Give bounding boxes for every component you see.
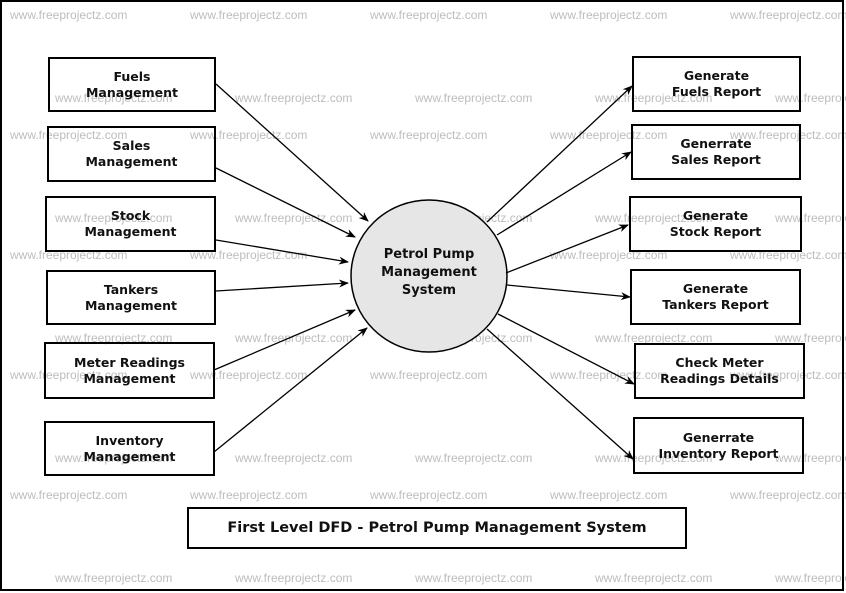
entity-generate-stock-report[interactable]: Generate Stock Report — [629, 196, 802, 252]
entity-meter-readings-management[interactable]: Meter Readings Management — [44, 342, 215, 399]
entity-check-meter-readings-details[interactable]: Check Meter Readings Details — [634, 343, 805, 399]
entity-generate-fuels-report[interactable]: Generate Fuels Report — [632, 56, 801, 112]
entity-label: Check Meter Readings Details — [660, 355, 779, 386]
diagram-title: First Level DFD - Petrol Pump Management… — [227, 520, 647, 536]
flow-sales-to-process — [215, 167, 356, 238]
entity-stock-management[interactable]: Stock Management — [45, 196, 216, 252]
entity-label: Generate Tankers Report — [662, 281, 769, 312]
entity-generate-tankers-report[interactable]: Generate Tankers Report — [630, 269, 801, 325]
entity-label: Generrate Sales Report — [671, 136, 761, 167]
diagram-title-box: First Level DFD - Petrol Pump Management… — [187, 507, 687, 549]
entity-generate-sales-report[interactable]: Generrate Sales Report — [631, 124, 801, 180]
entity-label: Inventory Management — [83, 432, 176, 464]
entity-generate-inventory-report[interactable]: Generrate Inventory Report — [633, 417, 804, 474]
entity-label: Stock Management — [84, 208, 177, 239]
flow-meter-to-process — [213, 309, 356, 371]
entity-label: Generrate Inventory Report — [658, 429, 779, 461]
flow-tankers-to-process — [215, 279, 349, 292]
entity-label: Meter Readings Management — [74, 354, 185, 386]
central-process-label: Petrol Pump Management System — [381, 247, 477, 298]
flow-inventory-to-process — [213, 327, 368, 453]
flow-process-to-tankers-report — [506, 284, 631, 301]
entity-label: Fuels Management — [85, 68, 178, 100]
flow-process-to-stock-report — [505, 224, 629, 274]
flow-stock-to-process — [215, 239, 349, 265]
flow-process-to-fuels-report — [486, 85, 633, 223]
diagram-canvas: www.freeprojectz.com www.freeprojectz.com… — [0, 0, 846, 593]
entity-sales-management[interactable]: Sales Management — [47, 126, 216, 182]
entity-inventory-management[interactable]: Inventory Management — [44, 421, 215, 476]
entity-label: Sales Management — [85, 138, 178, 169]
entity-label: Generate Stock Report — [669, 208, 762, 239]
flow-fuels-to-process — [215, 83, 369, 222]
entity-label: Generate Fuels Report — [671, 68, 762, 99]
entity-fuels-management[interactable]: Fuels Management — [48, 57, 216, 112]
entity-label: Tankers Management — [84, 281, 177, 313]
flow-process-to-inventory-report — [486, 328, 634, 460]
entity-tankers-management[interactable]: Tankers Management — [46, 270, 216, 325]
flow-process-to-meter-details — [497, 313, 635, 385]
